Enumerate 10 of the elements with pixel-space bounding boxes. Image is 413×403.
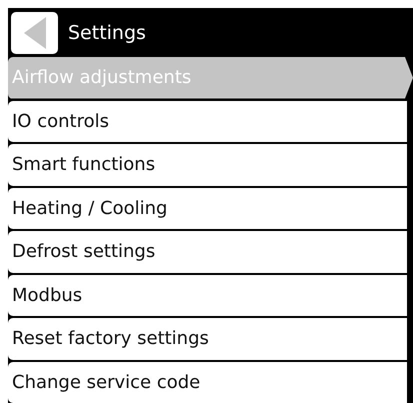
menu-item[interactable]: Smart functions — [8, 144, 407, 186]
back-arrow-icon — [24, 17, 46, 49]
screen-title: Settings — [68, 22, 146, 44]
menu-item[interactable]: IO controls — [8, 100, 407, 142]
menu-item[interactable]: Reset factory settings — [8, 318, 407, 360]
menu-item[interactable]: Change service code — [8, 362, 407, 403]
menu-item[interactable]: Heating / Cooling — [8, 188, 407, 229]
menu-item[interactable]: Defrost settings — [8, 231, 407, 272]
menu-item[interactable]: Modbus — [8, 274, 407, 316]
back-button[interactable] — [11, 12, 58, 54]
